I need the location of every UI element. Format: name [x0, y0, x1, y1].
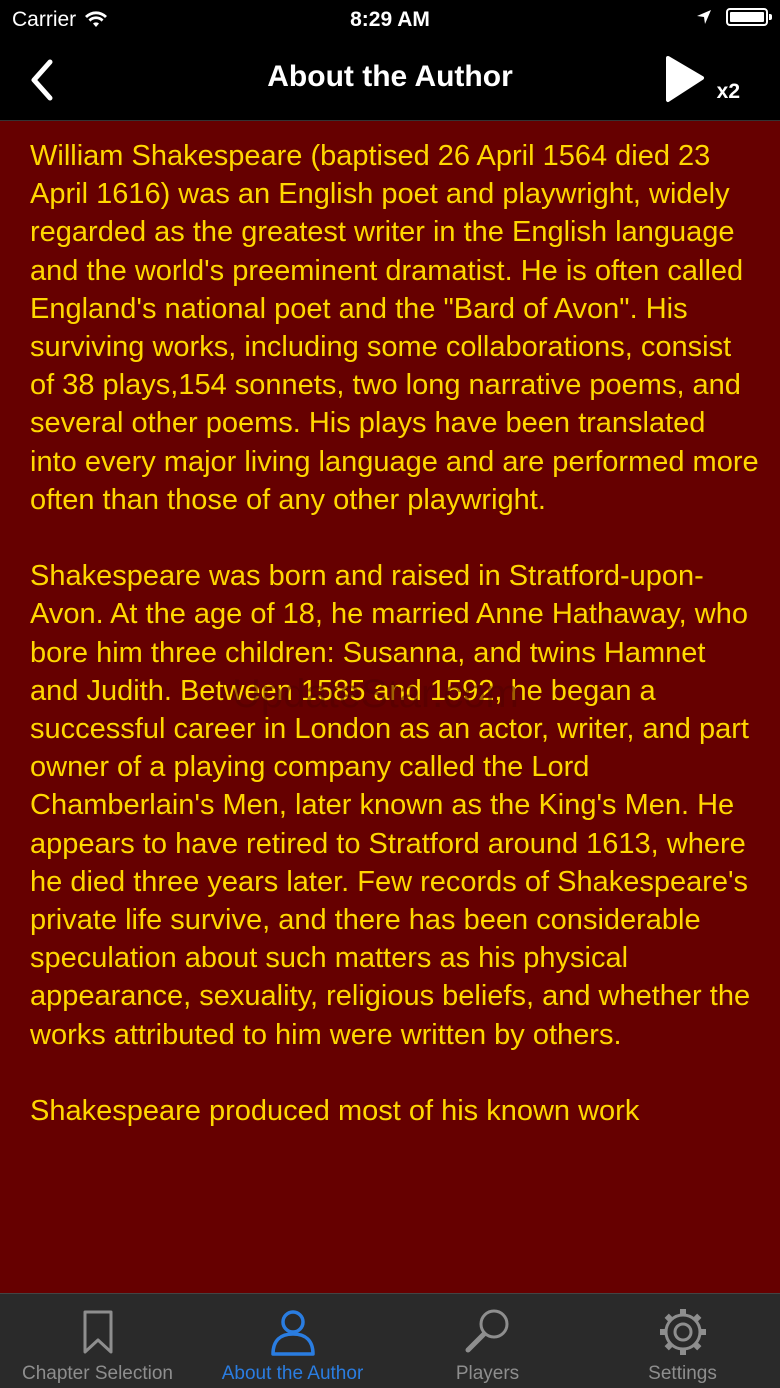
tab-about-the-author[interactable]: About the Author: [195, 1294, 390, 1388]
tab-label-settings: Settings: [648, 1363, 717, 1384]
author-content[interactable]: William Shakespeare (baptised 26 April 1…: [0, 121, 780, 1293]
gear-icon: [659, 1309, 706, 1355]
tab-chapter-selection[interactable]: Chapter Selection: [0, 1294, 195, 1388]
status-right: [696, 8, 772, 26]
biography-paragraph-3: Shakespeare produced most of his known w…: [30, 1095, 640, 1128]
play-button[interactable]: x2: [664, 54, 740, 110]
tab-label-players: Players: [455, 1363, 520, 1384]
navigation-bar: About the Author x2: [0, 40, 780, 121]
tab-label-about-the-author: About the Author: [221, 1363, 364, 1384]
location-arrow-icon: [697, 10, 711, 24]
tab-label-chapter-selection: Chapter Selection: [21, 1363, 174, 1384]
bookmark-icon: [83, 1310, 112, 1354]
play-speed-label: x2: [716, 80, 740, 103]
play-icon: [666, 56, 704, 102]
tab-players[interactable]: Players: [390, 1294, 585, 1388]
page-title: About the Author: [267, 60, 513, 93]
tab-settings[interactable]: Settings: [585, 1294, 780, 1388]
magnifier-icon: [465, 1309, 508, 1353]
status-bar: Carrier 8:29 AM: [0, 0, 780, 40]
tab-bar: Chapter Selection About the Author Playe…: [0, 1293, 780, 1388]
biography-paragraph-1: William Shakespeare (baptised 26 April 1…: [30, 140, 759, 516]
status-time: 8:29 AM: [350, 8, 430, 31]
battery-icon: [726, 8, 772, 26]
biography-paragraph-2: Shakespeare was born and raised in Strat…: [30, 560, 751, 1051]
author-biography: William Shakespeare (baptised 26 April 1…: [30, 137, 760, 1168]
person-icon: [270, 1310, 315, 1356]
